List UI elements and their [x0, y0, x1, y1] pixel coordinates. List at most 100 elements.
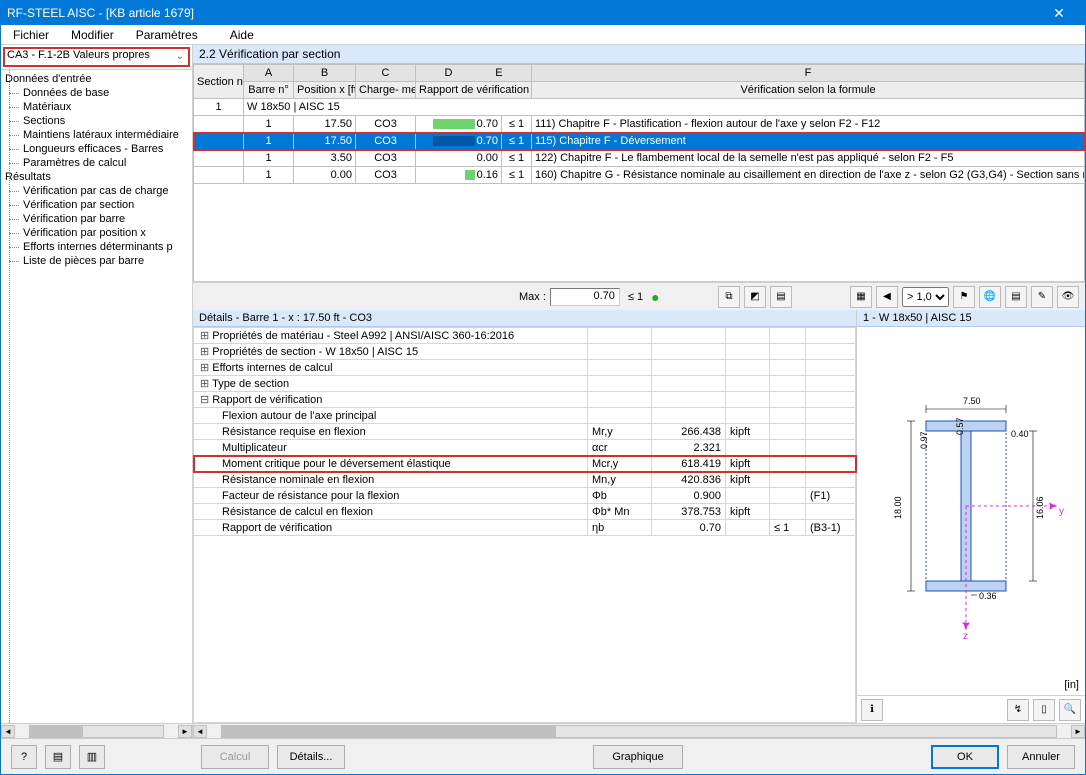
tree-item[interactable]: Longueurs efficaces - Barres [1, 142, 192, 156]
details-row[interactable]: Type de section [194, 376, 856, 392]
details-row[interactable]: Facteur de résistance pour la flexionΦb0… [194, 488, 856, 504]
bookmark-icon[interactable]: ▥ [79, 745, 105, 769]
result-table[interactable]: Section n° A B C D E F Barre n° Position… [193, 64, 1085, 184]
max-value: 0.70 [550, 288, 620, 306]
tree-item[interactable]: Vérification par section [1, 198, 192, 212]
load-case-selector[interactable]: CA3 - F.1-2B Valeurs propres [3, 47, 190, 67]
col-letter-c[interactable]: C [356, 65, 416, 82]
details-table[interactable]: Propriétés de matériau - Steel A992 | AN… [193, 327, 856, 536]
col-section[interactable]: Section n° [194, 65, 244, 99]
close-icon[interactable]: ✕ [1039, 5, 1079, 22]
col-ratio[interactable]: Rapport de vérification [416, 82, 532, 99]
main-panel: 2.2 Vérification par section Section n° … [193, 45, 1085, 738]
section-toolbar: ℹ ↯ ▯ 🔍 [857, 695, 1085, 723]
window-title: RF-STEEL AISC - [KB article 1679] [7, 6, 194, 20]
tree-item[interactable]: Sections [1, 114, 192, 128]
grid-toolbar: Max : 0.70 ≤ 1 ● ⧉ ◩ ▤ ▦ ◀ > 1,0 ⚑ 🌐 ▤ ✎… [193, 282, 1085, 310]
tree-item[interactable]: Vérification par cas de charge [1, 184, 192, 198]
globe-icon[interactable]: 🌐 [979, 286, 1001, 308]
svg-text:y: y [1059, 506, 1064, 517]
marker-icon[interactable]: ✎ [1031, 286, 1053, 308]
zoom-icon[interactable]: 🔍 [1059, 699, 1081, 721]
tree-item[interactable]: Paramètres de calcul [1, 156, 192, 170]
filter-icon[interactable]: ⧉ [718, 286, 740, 308]
export-excel-icon[interactable]: ▤ [1005, 286, 1027, 308]
section-header-row[interactable]: 1 W 18x50 | AISC 15 [194, 99, 1085, 116]
details-title: Détails - Barre 1 - x : 17.50 ft - CO3 [193, 310, 856, 327]
app-window: RF-STEEL AISC - [KB article 1679] ✕ Fich… [0, 0, 1086, 775]
table-row[interactable]: 117.50CO30.70≤ 1111) Chapitre F - Plasti… [194, 116, 1085, 133]
section-view[interactable]: 7.50 18.00 16.06 0.97 0.57 0.40 0.36 y z… [857, 327, 1085, 695]
tree-item[interactable]: Matériaux [1, 100, 192, 114]
axes-icon[interactable]: ↯ [1007, 699, 1029, 721]
details-row[interactable]: Moment critique pour le déversement élas… [194, 456, 856, 472]
unit-label: [in] [1064, 679, 1079, 691]
sort-icon[interactable]: ▦ [850, 286, 872, 308]
details-row[interactable]: Propriétés de matériau - Steel A992 | AN… [194, 328, 856, 344]
details-row[interactable]: Rapport de vérificationηb0.70≤ 1(B3-1) [194, 520, 856, 536]
graph-button[interactable]: Graphique [593, 745, 683, 769]
tree-item[interactable]: Efforts internes déterminants p [1, 240, 192, 254]
details-row[interactable]: Efforts internes de calcul [194, 360, 856, 376]
tree-item[interactable]: Liste de pièces par barre [1, 254, 192, 268]
ok-status-icon: ● [651, 289, 659, 305]
col-letter-b[interactable]: B [294, 65, 356, 82]
details-row[interactable]: Multiplicateurαcr2.321 [194, 440, 856, 456]
svg-text:7.50: 7.50 [963, 396, 981, 406]
menu-edit[interactable]: Modifier [63, 26, 122, 44]
tree-item[interactable]: Données de base [1, 86, 192, 100]
ok-button[interactable]: OK [931, 745, 999, 769]
table-row[interactable]: 117.50CO30.70≤ 1115) Chapitre F - Dévers… [194, 133, 1085, 150]
svg-text:18.00: 18.00 [893, 496, 903, 519]
flag-icon[interactable]: ⚑ [953, 286, 975, 308]
svg-text:0.97: 0.97 [919, 431, 929, 449]
prev-icon[interactable]: ◀ [876, 286, 898, 308]
tree-header-input: Données d'entrée [1, 72, 192, 86]
details-row[interactable]: Rapport de vérification [194, 392, 856, 408]
tree-header-results: Résultats [1, 170, 192, 184]
table-row[interactable]: 13.50CO30.00≤ 1122) Chapitre F - Le flam… [194, 150, 1085, 167]
main-scrollbar[interactable]: ◄► [193, 723, 1085, 738]
col-letter-a[interactable]: A [244, 65, 294, 82]
cancel-button[interactable]: Annuler [1007, 745, 1075, 769]
info-icon[interactable]: ℹ [861, 699, 883, 721]
menu-params[interactable]: Paramètres [128, 26, 206, 44]
max-label: Max : [519, 291, 546, 303]
bottom-bar: ? ▤ ▥ Calcul Détails... Graphique OK Ann… [1, 738, 1085, 774]
nav-tree: Données d'entrée Données de base Matéria… [1, 70, 192, 723]
table-row[interactable]: 10.00CO30.16≤ 1160) Chapitre G - Résista… [194, 167, 1085, 184]
panel-title: 2.2 Vérification par section [193, 45, 1085, 64]
col-letter-d-e[interactable]: D E [416, 65, 532, 82]
menu-file[interactable]: Fichier [5, 26, 57, 44]
details-row[interactable]: Résistance requise en flexionMr,y266.438… [194, 424, 856, 440]
filter2-icon[interactable]: ◩ [744, 286, 766, 308]
menu-help[interactable]: Aide [222, 26, 262, 44]
details-row[interactable]: Résistance de calcul en flexionΦb* Mn378… [194, 504, 856, 520]
ratio-filter-select[interactable]: > 1,0 [902, 287, 949, 307]
section-shape-icon[interactable]: ▯ [1033, 699, 1055, 721]
col-load[interactable]: Charge- ment [356, 82, 416, 99]
help-icon[interactable]: ? [11, 745, 37, 769]
details-row[interactable]: Résistance nominale en flexionMn,y420.83… [194, 472, 856, 488]
tree-item[interactable]: Maintiens latéraux intermédiaire [1, 128, 192, 142]
menubar: Fichier Modifier Paramètres Aide [1, 25, 1085, 45]
col-formula[interactable]: Vérification selon la formule [532, 82, 1085, 99]
details-panel: Détails - Barre 1 - x : 17.50 ft - CO3 P… [193, 310, 857, 723]
col-member[interactable]: Barre n° [244, 82, 294, 99]
svg-text:z: z [963, 631, 968, 642]
tree-item[interactable]: Vérification par position x [1, 226, 192, 240]
col-position[interactable]: Position x [ft] [294, 82, 356, 99]
tree-item[interactable]: Vérification par barre [1, 212, 192, 226]
details-row[interactable]: Flexion autour de l'axe principal [194, 408, 856, 424]
details-button[interactable]: Détails... [277, 745, 345, 769]
nav-scrollbar[interactable]: ◄► [1, 723, 192, 738]
section-title: 1 - W 18x50 | AISC 15 [857, 310, 1085, 327]
book-icon[interactable]: ▤ [45, 745, 71, 769]
svg-text:16.06: 16.06 [1035, 496, 1045, 519]
details-row[interactable]: Propriétés de section - W 18x50 | AISC 1… [194, 344, 856, 360]
filter3-icon[interactable]: ▤ [770, 286, 792, 308]
eye-icon[interactable]: 👁 [1057, 286, 1079, 308]
calc-button[interactable]: Calcul [201, 745, 269, 769]
col-letter-f[interactable]: F [532, 65, 1085, 82]
section-panel: 1 - W 18x50 | AISC 15 [857, 310, 1085, 723]
